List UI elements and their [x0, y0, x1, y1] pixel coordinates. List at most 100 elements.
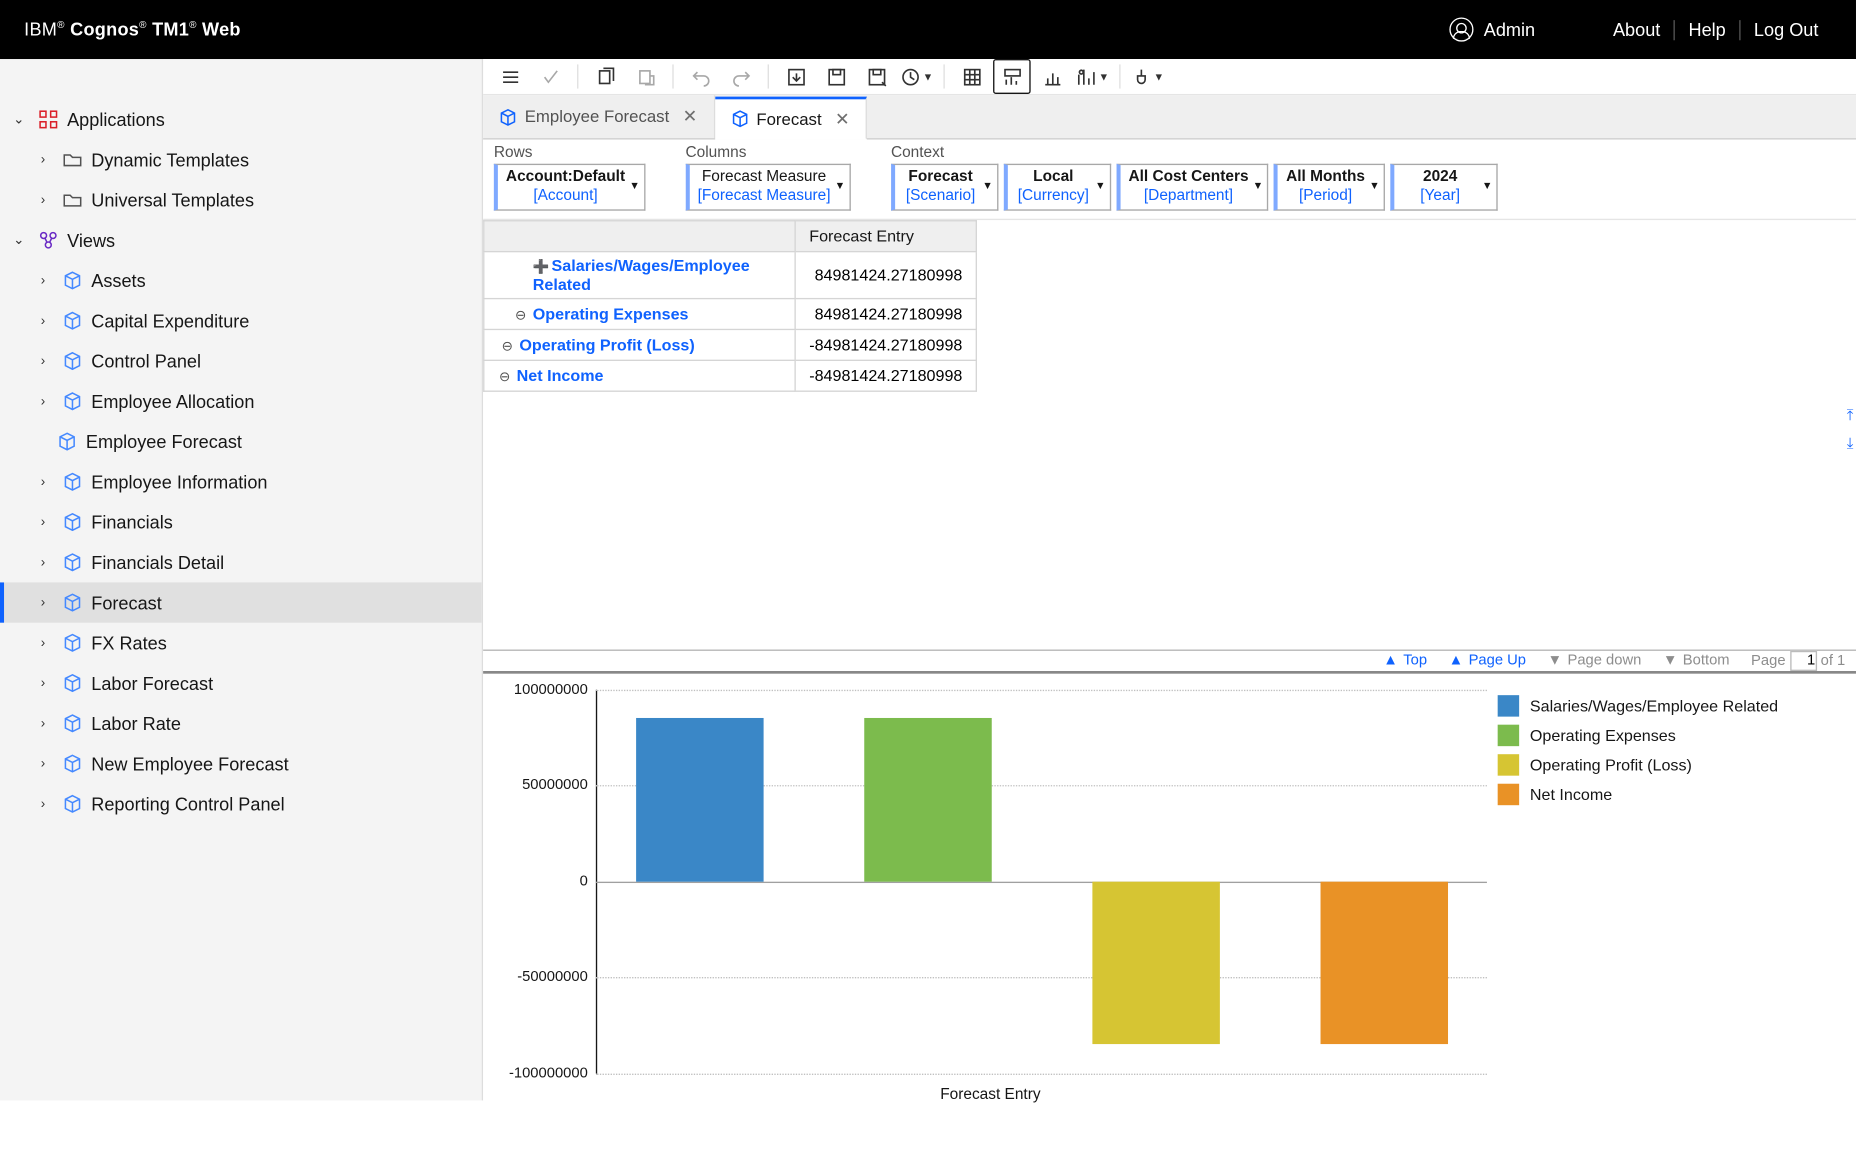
- scroll-bottom-icon[interactable]: ⤓: [1847, 436, 1854, 453]
- rows-label: Rows: [494, 145, 645, 161]
- about-link[interactable]: About: [1600, 19, 1674, 39]
- nav-item-fx-rates[interactable]: ›FX Rates: [0, 623, 482, 663]
- scroll-top-icon[interactable]: ⤒: [1847, 408, 1854, 425]
- undo-icon[interactable]: [682, 59, 720, 94]
- row-header[interactable]: ⊖Operating Profit (Loss): [484, 329, 795, 360]
- nav-universal-templates[interactable]: › Universal Templates: [0, 180, 482, 220]
- y-tick-label: 0: [494, 873, 588, 889]
- chart-bar[interactable]: [864, 718, 991, 881]
- nav-item-reporting-control-panel[interactable]: ›Reporting Control Panel: [0, 784, 482, 824]
- columns-chip[interactable]: Forecast Measure [Forecast Measure] ▼: [686, 164, 851, 211]
- nav-views[interactable]: ⌄ Views: [0, 220, 482, 260]
- caret-down-icon: ▼: [1098, 70, 1109, 82]
- tab-forecast[interactable]: Forecast ✕: [715, 97, 867, 140]
- y-tick-label: 50000000: [494, 777, 588, 793]
- legend-label: Salaries/Wages/Employee Related: [1530, 696, 1778, 715]
- expand-icon[interactable]: ➕: [533, 260, 546, 275]
- sandbox-icon[interactable]: ▼: [1129, 59, 1167, 94]
- cube-icon: [62, 754, 83, 773]
- grid-view-icon[interactable]: [953, 59, 991, 94]
- chart-bar[interactable]: [636, 718, 763, 881]
- rows-chip[interactable]: Account:Default [Account] ▼: [494, 164, 645, 211]
- expand-icon[interactable]: ⊖: [514, 308, 527, 323]
- pager-page-input[interactable]: [1790, 651, 1817, 671]
- chart-view-icon[interactable]: [1033, 59, 1071, 94]
- chart-plot: Forecast Entry -100000000-50000000050000…: [494, 684, 1487, 1111]
- help-link[interactable]: Help: [1674, 19, 1739, 39]
- nav-applications[interactable]: ⌄ Applications: [0, 99, 482, 139]
- nav-item-employee-allocation[interactable]: ›Employee Allocation: [0, 381, 482, 421]
- expand-icon[interactable]: ⊖: [501, 339, 514, 354]
- nav-item-labor-rate[interactable]: ›Labor Rate: [0, 703, 482, 743]
- caret-down-icon: ▼: [1482, 180, 1493, 193]
- copy-icon[interactable]: [586, 59, 624, 94]
- cell-value[interactable]: 84981424.27180998: [795, 251, 976, 298]
- context-chip[interactable]: Local[Currency]▼: [1004, 164, 1111, 211]
- cell-value[interactable]: -84981424.27180998: [795, 360, 976, 391]
- tab-label: Forecast: [756, 109, 821, 128]
- pager-page-down[interactable]: ▼ Page down: [1547, 653, 1641, 669]
- nav-item-new-employee-forecast[interactable]: ›New Employee Forecast: [0, 743, 482, 783]
- chart-type-icon[interactable]: ▼: [1074, 59, 1112, 94]
- commit-icon[interactable]: [531, 59, 569, 94]
- nav-item-label: FX Rates: [91, 633, 167, 653]
- pager-bottom[interactable]: ▼ Bottom: [1663, 653, 1730, 669]
- legend-item[interactable]: Net Income: [1498, 783, 1778, 804]
- export-icon[interactable]: [777, 59, 815, 94]
- redo-icon[interactable]: [722, 59, 760, 94]
- table-row: ➕Salaries/Wages/Employee Related84981424…: [484, 251, 977, 298]
- column-header[interactable]: Forecast Entry: [795, 220, 976, 251]
- nav-item-financials-detail[interactable]: ›Financials Detail: [0, 542, 482, 582]
- paste-icon[interactable]: [627, 59, 665, 94]
- context-chip[interactable]: Forecast[Scenario]▼: [891, 164, 998, 211]
- context-chip[interactable]: All Cost Centers[Department]▼: [1116, 164, 1268, 211]
- cube-icon: [62, 714, 83, 733]
- context-chip[interactable]: All Months[Period]▼: [1274, 164, 1385, 211]
- x-axis-label: Forecast Entry: [494, 1087, 1487, 1103]
- tab-employee-forecast[interactable]: Employee Forecast ✕: [483, 95, 715, 138]
- chip-primary: Forecast Measure: [698, 168, 831, 187]
- menu-icon[interactable]: [491, 59, 529, 94]
- legend-item[interactable]: Operating Profit (Loss): [1498, 754, 1778, 775]
- expand-icon[interactable]: ⊖: [498, 370, 511, 385]
- recalc-icon[interactable]: ▼: [898, 59, 936, 94]
- nav-item-financials[interactable]: ›Financials: [0, 502, 482, 542]
- row-header[interactable]: ⊖Net Income: [484, 360, 795, 391]
- chevron-right-icon: ›: [32, 676, 53, 691]
- row-header[interactable]: ➕Salaries/Wages/Employee Related: [484, 251, 795, 298]
- nav-item-control-panel[interactable]: ›Control Panel: [0, 341, 482, 381]
- context-group: Context Forecast[Scenario]▼Local[Currenc…: [891, 145, 1498, 210]
- chart-bar[interactable]: [1321, 881, 1448, 1044]
- chip-secondary: [Year]: [1403, 187, 1478, 206]
- chart-bar[interactable]: [1092, 881, 1219, 1044]
- close-icon[interactable]: ✕: [677, 106, 697, 127]
- save-view-icon[interactable]: [817, 59, 855, 94]
- nav-item-label: Labor Rate: [91, 713, 181, 733]
- nav-item-employee-information[interactable]: ›Employee Information: [0, 462, 482, 502]
- cube-icon: [62, 392, 83, 411]
- chip-primary: Account:Default: [506, 168, 625, 187]
- row-header[interactable]: ⊖Operating Expenses: [484, 298, 795, 329]
- pager-top[interactable]: ▲ Top: [1383, 653, 1427, 669]
- legend-item[interactable]: Operating Expenses: [1498, 724, 1778, 745]
- nav-item-labor-forecast[interactable]: ›Labor Forecast: [0, 663, 482, 703]
- nav-universal-label: Universal Templates: [91, 190, 254, 210]
- nav-item-employee-forecast[interactable]: Employee Forecast: [0, 421, 482, 461]
- nav-item-assets[interactable]: ›Assets: [0, 260, 482, 300]
- nav-item-forecast[interactable]: ›Forecast: [0, 582, 482, 622]
- table-corner[interactable]: [484, 220, 795, 251]
- user-menu[interactable]: Admin: [1449, 17, 1600, 41]
- save-as-icon[interactable]: [858, 59, 896, 94]
- cell-value[interactable]: -84981424.27180998: [795, 329, 976, 360]
- chip-secondary: [Department]: [1128, 187, 1248, 206]
- caret-down-icon: ▼: [982, 180, 993, 193]
- nav-dynamic-templates[interactable]: › Dynamic Templates: [0, 140, 482, 180]
- cell-value[interactable]: 84981424.27180998: [795, 298, 976, 329]
- pager-page-up[interactable]: ▲ Page Up: [1449, 653, 1526, 669]
- legend-item[interactable]: Salaries/Wages/Employee Related: [1498, 695, 1778, 716]
- nav-item-capital-expenditure[interactable]: ›Capital Expenditure: [0, 301, 482, 341]
- grid-chart-view-icon[interactable]: [993, 59, 1031, 94]
- close-icon[interactable]: ✕: [830, 108, 850, 129]
- context-chip[interactable]: 2024[Year]▼: [1391, 164, 1498, 211]
- logout-link[interactable]: Log Out: [1739, 19, 1832, 39]
